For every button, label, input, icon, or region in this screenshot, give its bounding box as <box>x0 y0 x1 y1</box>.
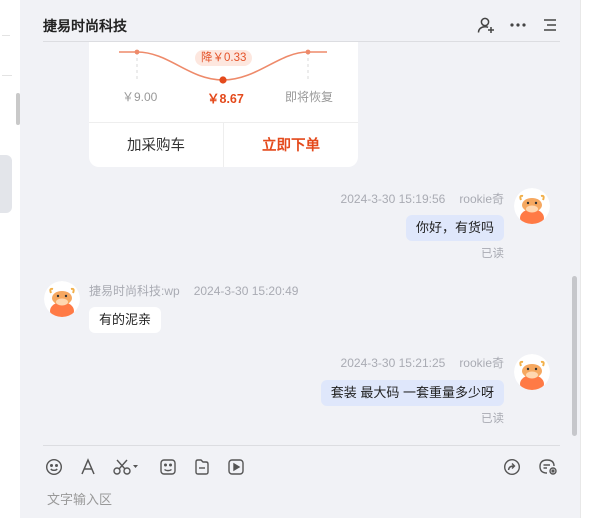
message-time: 2024-3-30 15:20:49 <box>193 284 299 298</box>
file-icon[interactable] <box>191 456 213 478</box>
price-now: ￥8.67 <box>207 92 244 106</box>
read-status: 已读 <box>481 248 504 260</box>
price-drop-badge: 降￥0.33 <box>195 50 253 66</box>
font-icon[interactable] <box>77 456 99 478</box>
message-meta: 2024-3-30 15:19:56 rookie奇 <box>341 190 504 207</box>
avatar[interactable] <box>514 354 550 390</box>
emoji-icon[interactable] <box>43 456 65 478</box>
avatar[interactable] <box>44 281 80 317</box>
selected-conversation-highlight[interactable] <box>0 155 12 213</box>
price-after: 即将恢复 <box>285 90 334 104</box>
more-icon[interactable] <box>508 15 528 35</box>
list-icon[interactable] <box>540 15 560 35</box>
message-bubble[interactable]: 你好，有货吗 <box>405 215 504 241</box>
add-contact-icon[interactable] <box>476 15 496 35</box>
message-time: 2024-3-30 15:19:56 <box>340 192 446 206</box>
divider <box>2 75 12 76</box>
divider <box>2 35 10 36</box>
left-panel-edge <box>0 0 20 518</box>
add-to-cart-button[interactable]: 加采购车 <box>89 122 223 167</box>
chat-settings-icon[interactable] <box>537 456 559 478</box>
input-divider <box>43 445 560 446</box>
header-actions <box>476 15 560 35</box>
message-sender: rookie奇 <box>459 356 504 370</box>
scissors-icon[interactable] <box>111 456 141 478</box>
sticker-icon[interactable] <box>157 456 179 478</box>
chat-header: 捷易时尚科技 <box>20 0 580 42</box>
chat-scrollbar[interactable] <box>572 276 577 436</box>
message-meta: 捷易时尚科技:wp 2024-3-30 15:20:49 <box>89 282 298 299</box>
read-status: 已读 <box>481 413 504 425</box>
price-before: ￥9.00 <box>122 90 158 104</box>
message-time: 2024-3-30 15:21:25 <box>340 356 446 370</box>
video-icon[interactable] <box>225 456 247 478</box>
buy-now-button[interactable]: 立即下单 <box>224 122 358 167</box>
right-panel-edge <box>580 0 602 518</box>
input-toolbar <box>43 456 560 478</box>
message-meta: 2024-3-30 15:21:25 rookie奇 <box>341 354 504 371</box>
forward-icon[interactable] <box>501 456 523 478</box>
message-input[interactable] <box>43 488 551 510</box>
chat-title: 捷易时尚科技 <box>43 18 127 34</box>
message-sender: rookie奇 <box>459 192 504 206</box>
message-sender: 捷易时尚科技:wp <box>89 284 180 298</box>
cow-avatar-icon <box>44 281 80 317</box>
chat-panel: 捷易时尚科技 降￥0.33 ￥9.00 ￥8.67 即将恢复 加采购车 立即下单… <box>20 0 580 518</box>
cow-avatar-icon <box>514 188 550 224</box>
avatar[interactable] <box>514 188 550 224</box>
cow-avatar-icon <box>514 354 550 390</box>
message-bubble[interactable]: 套装 最大码 一套重量多少呀 <box>320 380 504 406</box>
message-bubble[interactable]: 有的泥亲 <box>89 307 162 333</box>
product-card[interactable]: 降￥0.33 ￥9.00 ￥8.67 即将恢复 加采购车 立即下单 <box>89 42 358 167</box>
